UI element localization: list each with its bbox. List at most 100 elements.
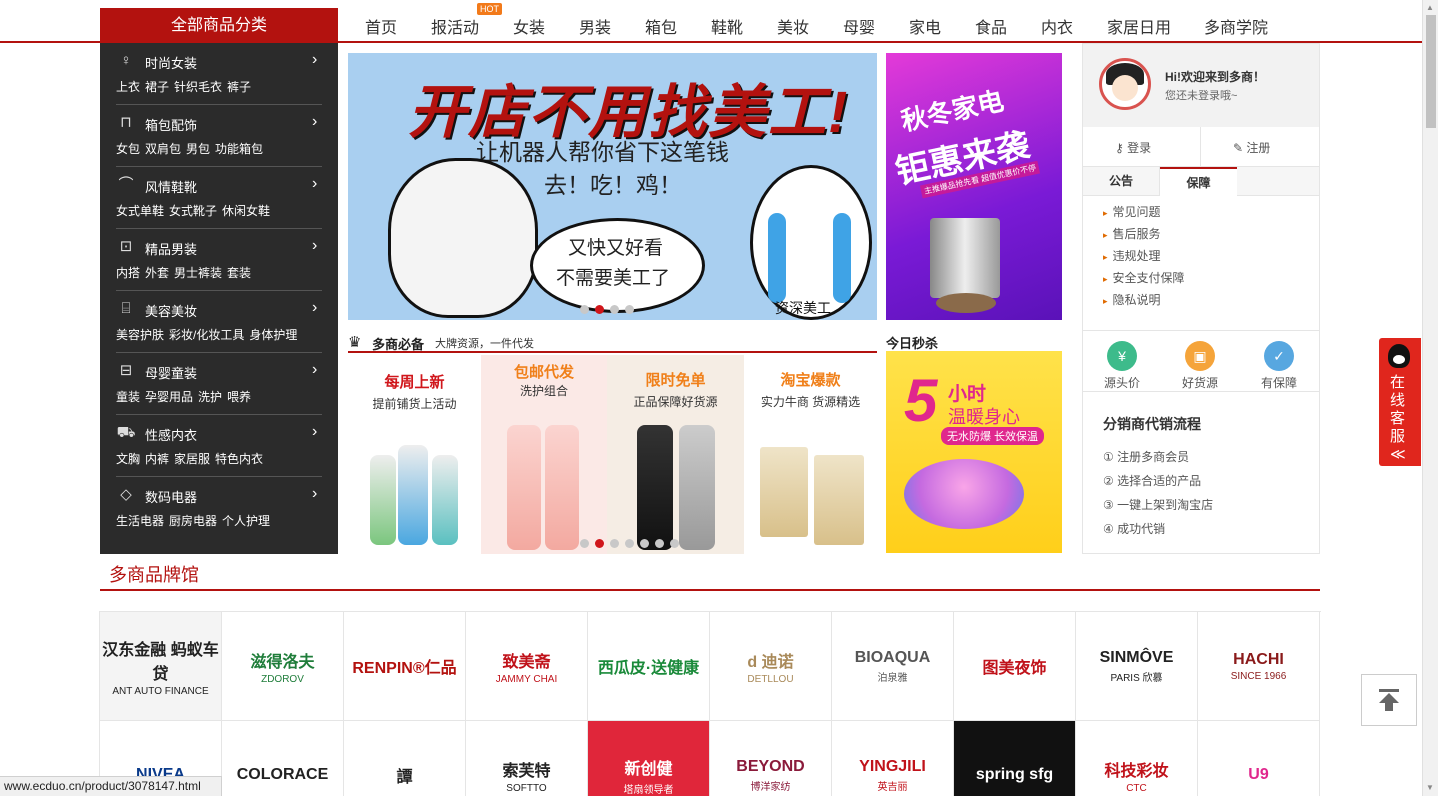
category-title[interactable]: 性感内衣 [145, 425, 197, 444]
scroll-down-icon[interactable]: ▼ [1426, 783, 1434, 792]
brand-logo-cell[interactable]: HACHI SINCE 1966 [1198, 612, 1320, 721]
brand-logo-cell[interactable]: 图美夜饰 [954, 612, 1076, 721]
notice-link[interactable]: 售后服务 [1103, 225, 1161, 242]
category-title[interactable]: 美容美妆 [145, 301, 197, 320]
sub-link[interactable]: 功能箱包 [215, 142, 263, 156]
carousel-dot[interactable] [655, 539, 664, 548]
nav-academy[interactable]: 多商学院 [1204, 14, 1268, 38]
carousel-dot[interactable] [670, 539, 679, 548]
carousel-dot[interactable] [610, 305, 619, 314]
brand-logo-cell[interactable]: 科技彩妆 CTC [1076, 721, 1198, 796]
scroll-up-icon[interactable]: ▲ [1426, 3, 1434, 12]
sub-link[interactable]: 双肩包 [145, 142, 181, 156]
sub-link[interactable]: 女式单鞋 [116, 204, 164, 218]
sub-link[interactable]: 套装 [227, 266, 251, 280]
sub-link[interactable]: 男士裤装 [174, 266, 222, 280]
brand-logo-cell[interactable]: BIOAQUA 泊泉雅 [832, 612, 954, 721]
sub-link[interactable]: 内搭 [116, 266, 140, 280]
brand-logo-cell[interactable]: 譚 [344, 721, 466, 796]
promo-card-taobao-hot[interactable]: 淘宝爆款 实力牛商 货源精选 [744, 355, 877, 554]
category-title[interactable]: 风情鞋靴 [145, 177, 197, 196]
nav-baby[interactable]: 母婴 [843, 14, 875, 38]
notice-link[interactable]: 隐私说明 [1103, 291, 1161, 308]
brand-logo-cell[interactable]: RENPIN®仁品 [344, 612, 466, 721]
sub-link[interactable]: 女式靴子 [169, 204, 217, 218]
carousel-dot[interactable] [625, 305, 634, 314]
carousel-dot[interactable] [610, 539, 619, 548]
scrollbar[interactable]: ▲ ▼ [1422, 0, 1438, 796]
sub-link[interactable]: 休闲女鞋 [222, 204, 270, 218]
nav-shoes[interactable]: 鞋靴 [711, 14, 743, 38]
feature-good-source[interactable]: ▣ 好货源 [1161, 341, 1239, 391]
sub-link[interactable]: 针织毛衣 [174, 80, 222, 94]
carousel-dot[interactable] [625, 539, 634, 548]
sub-link[interactable]: 文胸 [116, 452, 140, 466]
sub-link[interactable]: 上衣 [116, 80, 140, 94]
notice-link[interactable]: 常见问题 [1103, 203, 1161, 220]
carousel-dot[interactable] [640, 539, 649, 548]
sub-link[interactable]: 洗护 [198, 390, 222, 404]
sidebar-item-baby[interactable]: ⊟ 母婴童装 › 童装 孕婴用品 洗护 喂养 [100, 353, 338, 415]
promo-card-free-shipping[interactable]: 包邮代发 洗护组合 [481, 355, 607, 554]
feature-source-price[interactable]: ¥ 源头价 [1083, 341, 1161, 391]
sidebar-item-women[interactable]: ♀ 时尚女装 › 上衣 裙子 针织毛衣 裤子 [100, 43, 338, 105]
notice-link[interactable]: 违规处理 [1103, 247, 1161, 264]
nav-men[interactable]: 男装 [579, 14, 611, 38]
sub-link[interactable]: 厨房电器 [169, 514, 217, 528]
sub-link[interactable]: 美容护肤 [116, 328, 164, 342]
sub-link[interactable]: 孕婴用品 [145, 390, 193, 404]
register-link[interactable]: ✎ 注册 [1233, 139, 1270, 156]
scrollbar-thumb[interactable] [1426, 15, 1436, 128]
nav-home[interactable]: 首页 [365, 14, 397, 38]
sidebar-item-bags[interactable]: ⊓ 箱包配饰 › 女包 双肩包 男包 功能箱包 [100, 105, 338, 167]
flash-sale-banner[interactable]: 5 小时 温暖身心 无水防爆 长效保温 [886, 351, 1062, 553]
carousel-dot[interactable] [580, 305, 589, 314]
carousel-dot-active[interactable] [595, 539, 604, 548]
category-title[interactable]: 精品男装 [145, 239, 197, 258]
category-title[interactable]: 箱包配饰 [145, 115, 197, 134]
nav-report-activity[interactable]: 报活动 [431, 14, 479, 38]
nav-women[interactable]: 女装 [513, 14, 545, 38]
sub-link[interactable]: 裤子 [227, 80, 251, 94]
online-service-button[interactable]: 在线客服≪ [1379, 338, 1421, 466]
nav-appliances[interactable]: 家电 [909, 14, 941, 38]
carousel-dot[interactable] [580, 539, 589, 548]
sub-link[interactable]: 内裤 [145, 452, 169, 466]
category-title[interactable]: 数码电器 [145, 487, 197, 506]
back-to-top-button[interactable] [1361, 674, 1417, 726]
all-categories-button[interactable]: 全部商品分类 [100, 8, 338, 43]
tab-notice[interactable]: 公告 [1083, 167, 1160, 196]
brand-logo-cell[interactable]: spring sfg [954, 721, 1076, 796]
sub-link[interactable]: 彩妆/化妆工具 [169, 328, 244, 342]
category-title[interactable]: 时尚女装 [145, 53, 197, 72]
sidebar-item-lingerie[interactable]: ⛟ 性感内衣 › 文胸 内裤 家居服 特色内衣 [100, 415, 338, 477]
sub-link[interactable]: 家居服 [174, 452, 210, 466]
sub-link[interactable]: 裙子 [145, 80, 169, 94]
sidebar-item-shoes[interactable]: ⌒ 风情鞋靴 › 女式单鞋 女式靴子 休闲女鞋 [100, 167, 338, 229]
brand-logo-cell[interactable]: d 迪诺 DETLLOU [710, 612, 832, 721]
sub-link[interactable]: 特色内衣 [215, 452, 263, 466]
promo-card-time-limited[interactable]: 限时免单 正品保障好货源 [607, 355, 744, 554]
tab-guarantee[interactable]: 保障 [1160, 167, 1237, 197]
brand-logo-cell[interactable]: U9 [1198, 721, 1320, 796]
sidebar-item-menswear[interactable]: ⊡ 精品男装 › 内搭 外套 男士裤装 套装 [100, 229, 338, 291]
brand-logo-cell[interactable]: 西瓜皮·送健康 [588, 612, 710, 721]
sidebar-item-digital[interactable]: ◇ 数码电器 › 生活电器 厨房电器 个人护理 [100, 477, 338, 539]
main-banner[interactable]: 开店不用找美工! 让机器人帮你省下这笔钱 去！吃！鸡！ 又快又好看 不需要美工了… [348, 53, 877, 320]
nav-home-goods[interactable]: 家居日用 [1107, 14, 1171, 38]
sub-link[interactable]: 生活电器 [116, 514, 164, 528]
nav-food[interactable]: 食品 [975, 14, 1007, 38]
avatar[interactable] [1099, 58, 1151, 110]
brand-logo-cell[interactable]: 索芙特 SOFTTO [466, 721, 588, 796]
nav-beauty[interactable]: 美妆 [777, 14, 809, 38]
brand-logo-cell[interactable]: YINGJILI 英吉丽 [832, 721, 954, 796]
sub-link[interactable]: 身体护理 [249, 328, 297, 342]
brand-logo-cell[interactable]: 致美斋 JAMMY CHAI [466, 612, 588, 721]
brand-logo-cell[interactable]: 汉东金融 蚂蚁车贷 ANT AUTO FINANCE [100, 612, 222, 721]
sub-link[interactable]: 童装 [116, 390, 140, 404]
sub-link[interactable]: 男包 [186, 142, 210, 156]
notice-link[interactable]: 安全支付保障 [1103, 269, 1185, 286]
category-title[interactable]: 母婴童装 [145, 363, 197, 382]
sub-link[interactable]: 喂养 [227, 390, 251, 404]
sub-link[interactable]: 女包 [116, 142, 140, 156]
